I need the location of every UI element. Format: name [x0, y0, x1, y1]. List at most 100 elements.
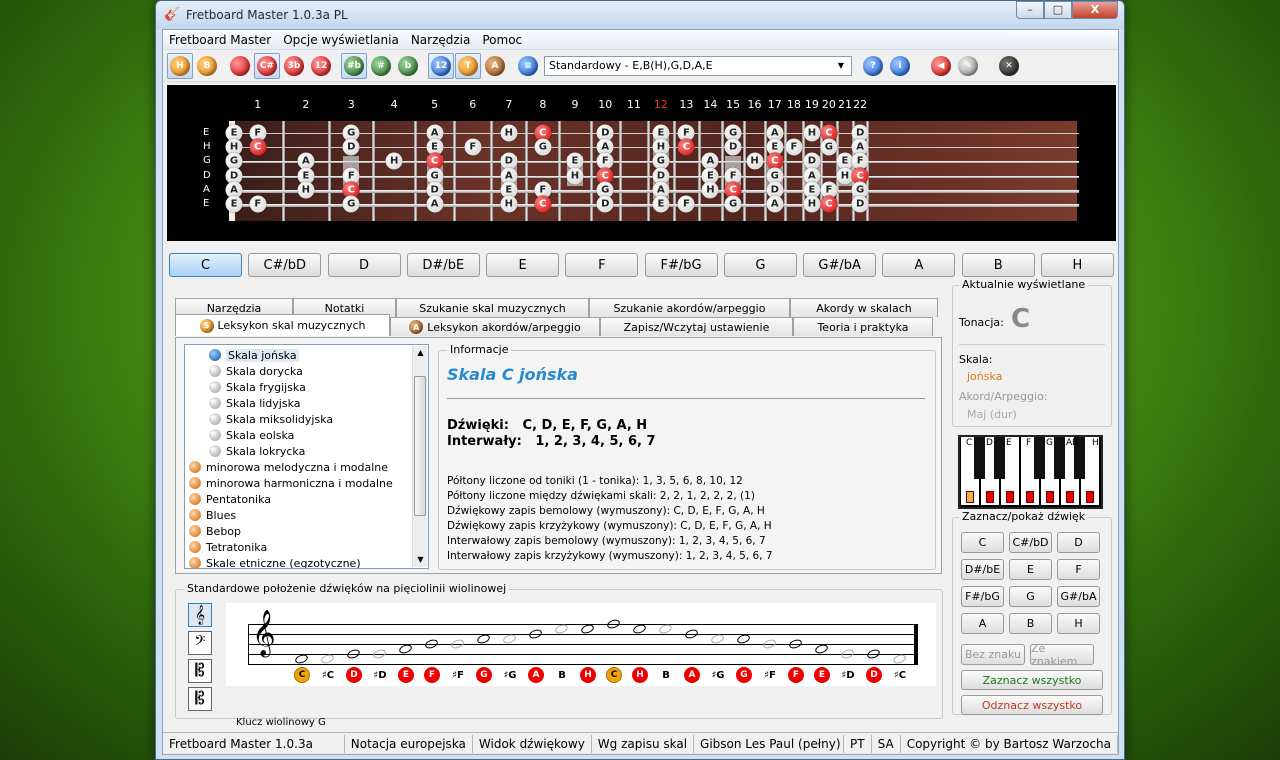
toolbar-button[interactable]: 3b: [281, 53, 307, 79]
scroll-up-icon[interactable]: ▲: [413, 346, 428, 360]
fret-note[interactable]: H: [500, 124, 518, 142]
tree-item[interactable]: Skala frygijska: [185, 379, 428, 395]
staff-note-label[interactable]: E: [398, 667, 414, 683]
fret-note[interactable]: C: [820, 195, 838, 213]
menu-help[interactable]: Pomoc: [476, 33, 528, 47]
mark-note-button[interactable]: G#/bA: [1057, 586, 1100, 607]
fret-note[interactable]: A: [766, 195, 784, 213]
tree-item[interactable]: minorowa melodyczna i modalne: [185, 459, 428, 475]
staff-note-label[interactable]: ♯G: [710, 667, 726, 683]
staff-note-label[interactable]: H: [632, 667, 648, 683]
mark-note-button[interactable]: A: [961, 613, 1004, 634]
with-sign-button[interactable]: Ze znakiem: [1030, 642, 1094, 668]
tree-item[interactable]: Blues: [185, 507, 428, 523]
fret-note[interactable]: G: [342, 195, 360, 213]
tree-item[interactable]: minorowa harmoniczna i modalne: [185, 475, 428, 491]
toolbar-button[interactable]: b: [395, 53, 421, 79]
staff-note-label[interactable]: ♯C: [892, 667, 908, 683]
fret-note[interactable]: G: [820, 138, 838, 156]
minimize-button[interactable]: –: [1016, 1, 1044, 19]
mark-note-button[interactable]: F: [1057, 559, 1100, 580]
tab[interactable]: Akordy w skalach: [790, 298, 938, 317]
mark-note-button[interactable]: E: [1009, 559, 1052, 580]
staff-note-label[interactable]: ♯C: [320, 667, 336, 683]
tree-item[interactable]: Skala dorycka: [185, 363, 428, 379]
fret-note[interactable]: F: [785, 138, 803, 156]
tab[interactable]: A Leksykon akordów/arpeggio: [390, 317, 600, 336]
tree-scrollbar[interactable]: ▲ ▼: [412, 346, 427, 567]
note-button-d[interactable]: D: [327, 253, 401, 277]
staff-note-label[interactable]: G: [736, 667, 752, 683]
mark-note-button[interactable]: C#/bD: [1009, 532, 1052, 553]
staff-note-label[interactable]: A: [528, 667, 544, 683]
fret-note[interactable]: F: [677, 195, 695, 213]
staff-note-label[interactable]: ♯G: [502, 667, 518, 683]
no-sign-button[interactable]: Bez znaku: [961, 644, 1025, 665]
fret-note[interactable]: H: [746, 152, 764, 170]
note-button-b[interactable]: B: [961, 253, 1035, 277]
staff-note-label[interactable]: G: [476, 667, 492, 683]
note-button-dsharp-be[interactable]: D#/bE: [406, 253, 480, 277]
mark-note-button[interactable]: C: [961, 532, 1004, 553]
note-button-fsharp-bg[interactable]: F#/bG: [644, 253, 718, 277]
piano-black-key[interactable]: [994, 437, 1005, 479]
staff-note-label[interactable]: C: [294, 667, 310, 683]
tuning-select[interactable]: Standardowy - E,B(H),G,D,A,E ▼: [544, 55, 852, 76]
tree-item[interactable]: Skala lidyjska: [185, 395, 428, 411]
tab[interactable]: Teoria i praktyka: [793, 317, 933, 336]
toolbar-button[interactable]: #b: [341, 52, 367, 79]
staff-note-label[interactable]: ♯D: [840, 667, 856, 683]
fret-note[interactable]: E: [225, 195, 243, 213]
toolbar-button[interactable]: B: [194, 53, 220, 79]
treble-clef-button[interactable]: 𝄞: [188, 603, 212, 627]
tree-item[interactable]: Skala jońska: [185, 347, 428, 363]
staff-note-label[interactable]: F: [788, 667, 804, 683]
note-button-h[interactable]: H: [1040, 253, 1114, 277]
fret-note[interactable]: H: [803, 124, 821, 142]
staff-note-label[interactable]: ♯F: [450, 667, 466, 683]
toolbar-button[interactable]: ?: [860, 53, 886, 79]
tree-item[interactable]: Skala eolska: [185, 427, 428, 443]
fret-note[interactable]: H: [297, 181, 315, 199]
mark-note-button[interactable]: H: [1057, 613, 1100, 634]
fret-note[interactable]: F: [464, 138, 482, 156]
mark-note-button[interactable]: D: [1057, 532, 1100, 553]
note-button-c[interactable]: C: [169, 253, 242, 277]
toolbar-button[interactable]: i: [887, 53, 913, 79]
note-button-g[interactable]: G: [723, 253, 797, 277]
piano-black-key[interactable]: [1034, 437, 1045, 479]
toolbar-button[interactable]: T: [455, 52, 481, 79]
toolbar-button[interactable]: ◀: [928, 53, 954, 79]
note-button-f[interactable]: F: [565, 253, 639, 277]
alto-clef-button[interactable]: 𝄡: [188, 659, 212, 683]
bass-clef-button[interactable]: 𝄢: [188, 631, 212, 655]
toolbar-button[interactable]: H: [167, 52, 193, 79]
toolbar-button[interactable]: 12: [428, 52, 454, 79]
toolbar-button[interactable]: A: [482, 53, 508, 79]
tab[interactable]: Szukanie skal muzycznych: [396, 298, 589, 317]
fret-note[interactable]: D: [342, 138, 360, 156]
note-button-a[interactable]: A: [882, 253, 956, 277]
piano-black-key[interactable]: [1054, 437, 1065, 479]
note-button-e[interactable]: E: [486, 253, 560, 277]
fret-note[interactable]: E: [652, 195, 670, 213]
scroll-thumb[interactable]: [414, 376, 426, 516]
fret-note[interactable]: A: [426, 195, 444, 213]
close-button[interactable]: X: [1072, 1, 1118, 19]
note-button-csharp-bd[interactable]: C#/bD: [248, 253, 322, 277]
fret-note[interactable]: G: [534, 138, 552, 156]
staff-note-label[interactable]: H: [580, 667, 596, 683]
mark-note-button[interactable]: B: [1009, 613, 1052, 634]
fret-note[interactable]: D: [851, 195, 869, 213]
fret-note[interactable]: H: [701, 181, 719, 199]
staff-note-label[interactable]: B: [554, 667, 570, 683]
fret-note[interactable]: G: [724, 195, 742, 213]
maximize-button[interactable]: □: [1044, 1, 1072, 19]
tree-item[interactable]: Skala miksolidyjska: [185, 411, 428, 427]
tenor-clef-button[interactable]: 𝄡: [188, 687, 212, 711]
tree-item[interactable]: Skale etniczne (egzotyczne): [185, 555, 428, 568]
mark-all-button[interactable]: Zaznacz wszystko: [961, 670, 1103, 690]
staff-note-label[interactable]: E: [814, 667, 830, 683]
fret-note[interactable]: F: [249, 195, 267, 213]
piano-black-key[interactable]: [974, 437, 985, 479]
